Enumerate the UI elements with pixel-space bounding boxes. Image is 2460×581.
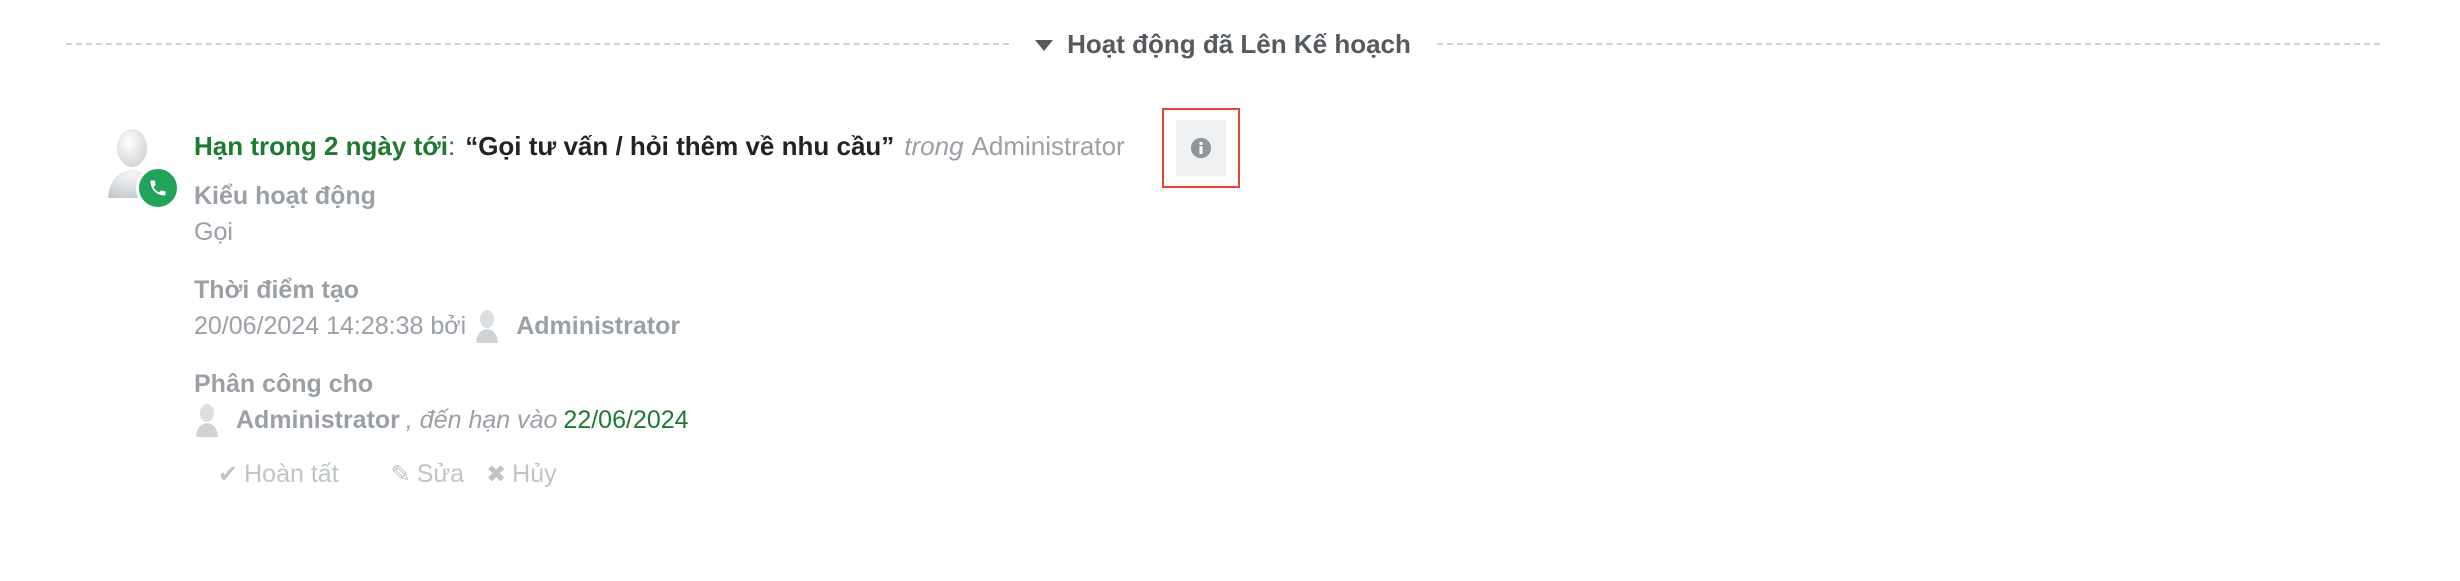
section-divider: Hoạt động đã Lên Kế hoạch [66, 22, 2381, 66]
created-value: 20/06/2024 14:28:38 bởi [194, 312, 467, 340]
cancel-label: Hủy [512, 460, 557, 488]
activity-content: Hạn trong 2 ngày tới : “Gọi tư vấn / hỏi… [194, 108, 1294, 489]
cancel-button[interactable]: ✖ Hủy [486, 460, 557, 489]
caret-down-icon [1035, 39, 1054, 51]
pencil-icon: ✎ [390, 461, 411, 488]
due-prefix: , đến hạn vào [405, 406, 558, 434]
created-block: Thời điểm tạo 20/06/2024 14:28:38 bởi Ad… [194, 272, 1294, 344]
assigned-label: Phân công cho [194, 370, 374, 398]
phone-icon [150, 180, 166, 196]
assigned-block: Phân công cho Administrator , đến hạn và… [194, 366, 1294, 438]
info-icon [1190, 137, 1212, 159]
info-button[interactable] [1162, 108, 1240, 188]
info-button-inner [1176, 120, 1226, 176]
created-by-user[interactable]: Administrator [516, 308, 680, 344]
check-icon: ✔ [218, 461, 239, 488]
record-name: Administrator [971, 130, 1125, 161]
activity-summary: “Gọi tư vấn / hỏi thêm về nhu cầu” [465, 130, 895, 161]
creator-avatar-icon [476, 310, 499, 343]
edit-label: Sửa [416, 460, 465, 488]
planned-activities-toggle[interactable]: Hoạt động đã Lên Kế hoạch [1009, 29, 1437, 60]
created-label: Thời điểm tạo [194, 276, 360, 304]
section-title: Hoạt động đã Lên Kế hoạch [1067, 28, 1411, 59]
phone-badge [136, 166, 180, 210]
assigned-value-line: Administrator , đến hạn vào 22/06/2024 [194, 402, 1294, 438]
due-colon: : [447, 130, 456, 161]
assignee-avatar-icon [196, 404, 218, 437]
divider-line-right [1436, 43, 2381, 45]
activity-type-label: Kiểu hoạt động [194, 182, 376, 210]
mark-done-label: Hoàn tất [244, 460, 339, 488]
mark-done-button[interactable]: ✔ Hoàn tất [218, 460, 339, 489]
activity-summary-line: Hạn trong 2 ngày tới : “Gọi tư vấn / hỏi… [194, 108, 1294, 188]
assigned-user[interactable]: Administrator [236, 402, 400, 438]
activity-actions: ✔ Hoàn tất ✎ Sửa ✖ Hủy [194, 460, 1294, 489]
in-word: trong [904, 130, 964, 161]
created-value-line: 20/06/2024 14:28:38 bởi Administrator [194, 308, 1294, 344]
edit-button[interactable]: ✎ Sửa [391, 460, 464, 489]
divider-line-left [66, 43, 1010, 45]
times-icon: ✖ [486, 461, 507, 488]
planned-activities-page: Hoạt động đã Lên Kế hoạch Hạn trong 2 ng… [0, 0, 2460, 581]
activity-type-block: Kiểu hoạt động Gọi [194, 178, 1294, 250]
due-label: Hạn trong 2 ngày tới [194, 130, 448, 161]
activity-type-value: Gọi [194, 218, 233, 246]
due-date: 22/06/2024 [563, 406, 689, 434]
